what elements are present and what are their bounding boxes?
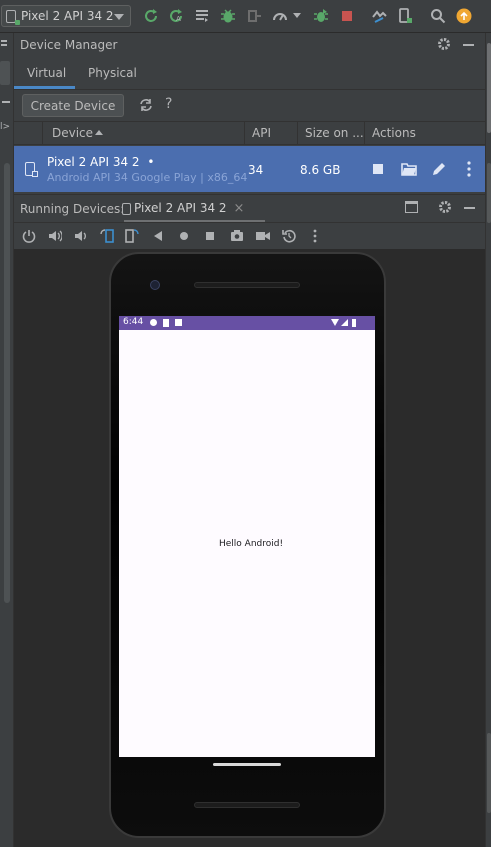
edit-pencil-icon[interactable] [431,161,447,177]
profiler-chevron-down-icon[interactable] [293,13,301,18]
run-tests-bug-icon[interactable] [313,8,329,24]
column-api[interactable]: API [252,126,271,140]
left-strip-arrow-icon: l> [0,122,11,132]
left-tool-window-strip: l> [0,33,14,847]
window-layout-icon[interactable] [405,201,418,213]
device-selector-label: Pixel 2 API 34 2 [21,9,114,23]
signal-icon [341,319,348,326]
device-manager-actions: Create Device ? [14,91,485,121]
power-icon[interactable] [22,229,36,243]
phone-icon [122,203,131,215]
volume-down-icon[interactable] [74,229,88,243]
tab-virtual[interactable]: Virtual [27,66,66,80]
help-icon[interactable]: ? [165,96,172,112]
minimize-icon[interactable] [463,44,474,46]
bottom-speaker [194,802,300,808]
sync-gradle-icon[interactable] [371,8,387,24]
rotate-left-icon[interactable] [100,228,114,244]
device-api: 34 [248,163,264,177]
chevron-down-icon [114,14,124,20]
tab-physical[interactable]: Physical [88,66,137,80]
home-icon[interactable] [180,232,188,240]
device-manager-title: Device Manager [20,38,118,52]
column-size[interactable]: Size on ... [305,126,364,140]
device-table-header: Device API Size on ... Actions [14,121,485,145]
wifi-icon [331,319,339,326]
device-name: Pixel 2 API 34 2 • [47,155,155,169]
overview-icon[interactable] [206,232,214,240]
main-toolbar: Pixel 2 API 34 2 A [0,0,491,33]
device-type-tabs: Virtual Physical [14,59,485,90]
left-scrollbar[interactable] [4,163,10,603]
battery-icon [352,319,356,327]
volume-up-icon[interactable] [48,229,62,243]
status-bar-clock: 6:44 [123,317,144,327]
notification-icon [150,319,157,326]
column-actions[interactable]: Actions [372,126,416,140]
top-speaker [194,282,300,288]
column-divider [42,122,43,144]
column-divider [297,122,298,144]
apply-code-changes-icon[interactable]: A [168,8,184,24]
search-icon[interactable] [430,8,446,24]
device-selector-dropdown[interactable]: Pixel 2 API 34 2 [1,5,131,27]
minus-icon [2,101,10,103]
stop-icon[interactable] [339,8,355,24]
right-strip-tab[interactable] [487,43,491,133]
running-indicator-icon: • [147,155,155,169]
right-strip-tab[interactable] [487,163,491,223]
front-camera-icon [150,280,160,290]
camera-screenshot-icon[interactable] [230,229,244,243]
right-tool-window-strip [485,33,491,847]
logcat-icon[interactable] [194,8,210,24]
apply-changes-restart-icon[interactable] [143,8,159,24]
more-vertical-icon[interactable] [313,229,317,243]
device-icon [6,10,20,25]
column-device[interactable]: Device [52,126,93,140]
svg-text:A: A [176,15,181,23]
right-strip-tab[interactable] [487,733,491,813]
device-manager-icon[interactable] [397,8,413,24]
gear-icon[interactable] [437,37,451,51]
phone-icon-badge [32,171,38,177]
column-divider [364,122,365,144]
more-vertical-icon[interactable] [467,161,471,177]
sort-ascending-icon [95,130,103,135]
sim-card-icon [163,319,169,327]
rotate-right-icon[interactable] [125,228,139,244]
device-manager-header: Device Manager [14,33,485,58]
attach-debugger-icon[interactable] [246,8,262,24]
screen-record-icon[interactable] [256,230,270,242]
snapshot-restore-icon[interactable] [282,229,296,243]
android-status-bar [119,316,375,330]
running-device-tab[interactable]: Pixel 2 API 34 2 × [134,201,244,216]
emulator-toolbar [14,222,485,249]
drag-handle-icon[interactable] [1,40,7,46]
profiler-icon[interactable] [272,8,288,24]
table-row[interactable]: Pixel 2 API 34 2 • Android API 34 Google… [14,146,485,192]
app-hello-text: Hello Android! [219,539,284,549]
running-devices-header: Running Devices: Pixel 2 API 34 2 × [14,194,485,223]
folder-icon[interactable] [401,162,417,176]
device-screen[interactable] [119,316,375,757]
running-devices-label: Running Devices: [20,202,125,216]
refresh-icon[interactable] [139,98,153,112]
debug-bug-icon[interactable] [220,8,236,24]
create-device-button[interactable]: Create Device [22,94,124,117]
device-size: 8.6 GB [300,163,341,177]
close-icon[interactable]: × [234,201,245,216]
gesture-navigation-handle[interactable] [213,763,281,766]
stop-device-icon[interactable] [373,164,383,174]
device-subtitle: Android API 34 Google Play | x86_64 [47,171,248,184]
notification-icon [175,319,182,326]
back-icon[interactable] [154,231,162,241]
gear-icon[interactable] [438,200,452,214]
selected-tab-indicator [14,86,75,89]
updates-icon[interactable] [456,8,472,24]
column-divider [244,122,245,144]
left-strip-tab[interactable] [0,61,10,85]
minimize-icon[interactable] [464,207,475,209]
